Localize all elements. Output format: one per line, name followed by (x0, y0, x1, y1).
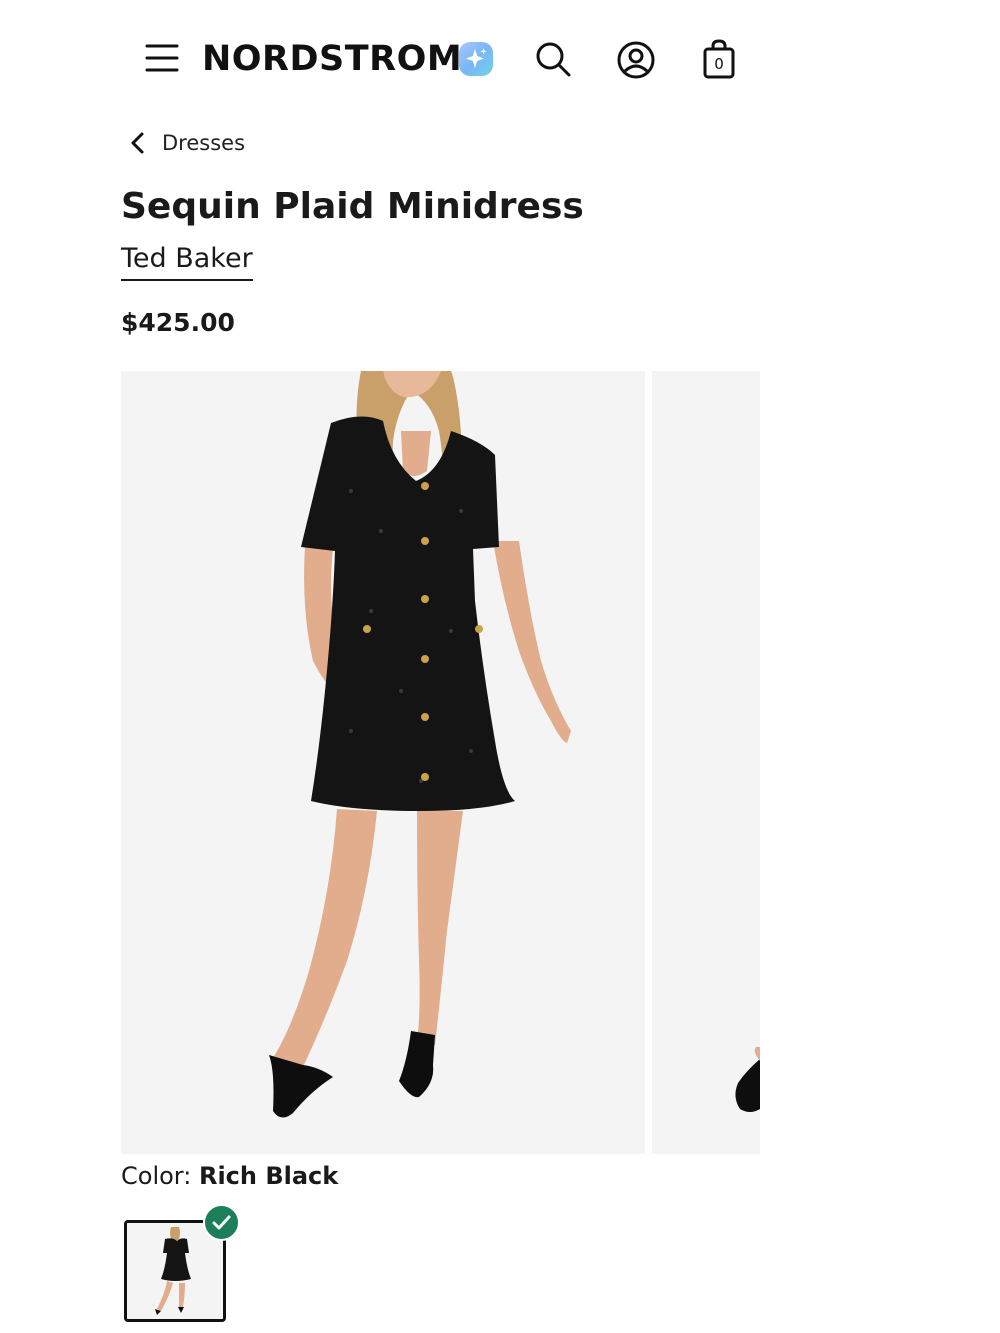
chevron-left-icon (128, 131, 148, 155)
top-header: NORDSTROM 0 (0, 0, 1000, 120)
selected-check-icon (203, 1204, 240, 1241)
account-icon[interactable] (616, 40, 656, 80)
product-title: Sequin Plaid Minidress (121, 186, 584, 227)
brand-link[interactable]: Ted Baker (121, 241, 253, 281)
product-image-gallery[interactable] (121, 371, 760, 1154)
color-value: Rich Black (198, 1162, 339, 1190)
color-selection-label: Color: Rich Black (121, 1160, 338, 1192)
search-icon[interactable] (534, 40, 572, 78)
breadcrumb-label: Dresses (162, 131, 246, 155)
breadcrumb-back-link[interactable]: Dresses (128, 128, 245, 158)
shopping-bag-icon[interactable]: 0 (700, 38, 738, 80)
color-label: Color: (121, 1162, 192, 1190)
bag-count: 0 (714, 55, 724, 73)
product-image-next-peek[interactable] (652, 371, 760, 1154)
sparkle-icon[interactable] (458, 41, 494, 77)
product-price: $425.00 (121, 308, 235, 337)
product-page: NORDSTROM 0 Dresses Sequin Plaid Minidre… (0, 0, 1000, 1333)
nordstrom-logo[interactable]: NORDSTROM (202, 37, 462, 81)
hamburger-menu-icon[interactable] (144, 40, 180, 76)
product-image-main[interactable] (121, 371, 645, 1154)
